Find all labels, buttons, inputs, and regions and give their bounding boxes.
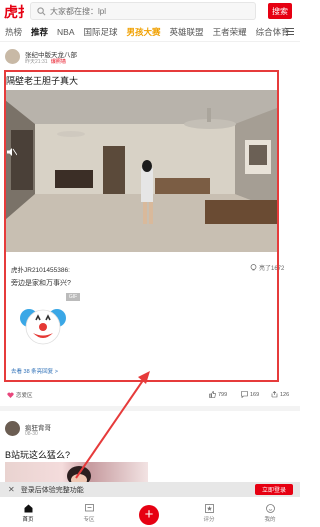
post-board-badge[interactable]: 爆照墙 [51,59,66,65]
nav-me-label: 我的 [264,517,276,523]
nav-score-label: 评分 [203,517,215,523]
search-box[interactable] [30,2,256,20]
board-tag[interactable]: 恋爱区 [7,391,33,399]
post-time: 昨天21:31 [25,59,48,65]
post2-time: 08-30 [25,431,38,437]
nav-me[interactable]: 我的 [255,504,285,523]
post2-image-art [67,466,91,482]
avatar[interactable] [5,421,20,436]
tab-boys-contest[interactable]: 男孩大赛 [127,26,161,38]
login-banner: ✕ 登录后体验完整功能 立即登录 [0,482,300,497]
share-icon [271,391,278,398]
nav-score[interactable]: 评分 [194,504,224,523]
tab-hot-list[interactable]: 热榜 [5,26,22,38]
top-header: 虎扑 搜索 [0,0,300,22]
comment-icon [241,391,248,398]
highlight-frame [4,70,279,382]
svg-text:虎扑: 虎扑 [4,4,24,20]
comment-button[interactable]: 169 [241,391,259,398]
share-button[interactable]: 126 [271,391,289,398]
post2-image[interactable] [5,462,148,482]
nav-zone-label: 专区 [83,517,95,523]
tab-nba[interactable]: NBA [57,27,74,37]
score-icon [204,504,214,513]
nav-zone[interactable]: 专区 [74,504,104,523]
share-count: 126 [280,391,290,398]
search-button[interactable]: 搜索 [268,3,292,19]
nav-home[interactable]: 首页 [13,504,43,523]
close-icon[interactable]: ✕ [8,485,15,494]
post2-title[interactable]: B站玩这么猛么? [5,448,70,461]
login-now-button[interactable]: 立即登录 [255,484,293,495]
heart-icon [7,392,14,398]
channel-tabs: 热榜 推荐 NBA 国际足球 男孩大赛 英雄联盟 王者荣耀 综合体育 [0,22,300,42]
avatar[interactable] [5,49,20,64]
post-meta: 昨天21:31 爆照墙 [25,58,66,65]
tab-intl-football[interactable]: 国际足球 [84,26,118,38]
home-icon [24,504,32,513]
feed-divider [0,406,300,411]
post-header: 张纪中版天龙八部 昨天21:31 爆照墙 [5,47,295,71]
comment-count: 169 [250,391,260,398]
add-post-button[interactable]: + [139,505,159,525]
menu-icon[interactable] [286,27,294,36]
post-action-bar: 恋爱区 799 169 126 [5,388,295,402]
tab-lol[interactable]: 英雄联盟 [170,26,204,38]
search-icon [37,6,46,15]
zone-icon [84,504,94,512]
tab-recommend[interactable]: 推荐 [31,26,48,38]
like-button[interactable]: 799 [209,391,227,398]
profile-icon [265,504,275,513]
like-count: 799 [218,391,228,398]
search-input[interactable] [50,6,230,16]
board-tag-label: 恋爱区 [16,393,33,399]
nav-home-label: 首页 [22,517,34,523]
hupu-logo[interactable]: 虎扑 [4,2,32,21]
thumbs-up-icon [209,391,216,398]
tab-sports[interactable]: 综合体育 [256,26,290,38]
tab-honor-of-kings[interactable]: 王者荣耀 [213,26,247,38]
login-banner-text: 登录后体验完整功能 [20,486,84,494]
